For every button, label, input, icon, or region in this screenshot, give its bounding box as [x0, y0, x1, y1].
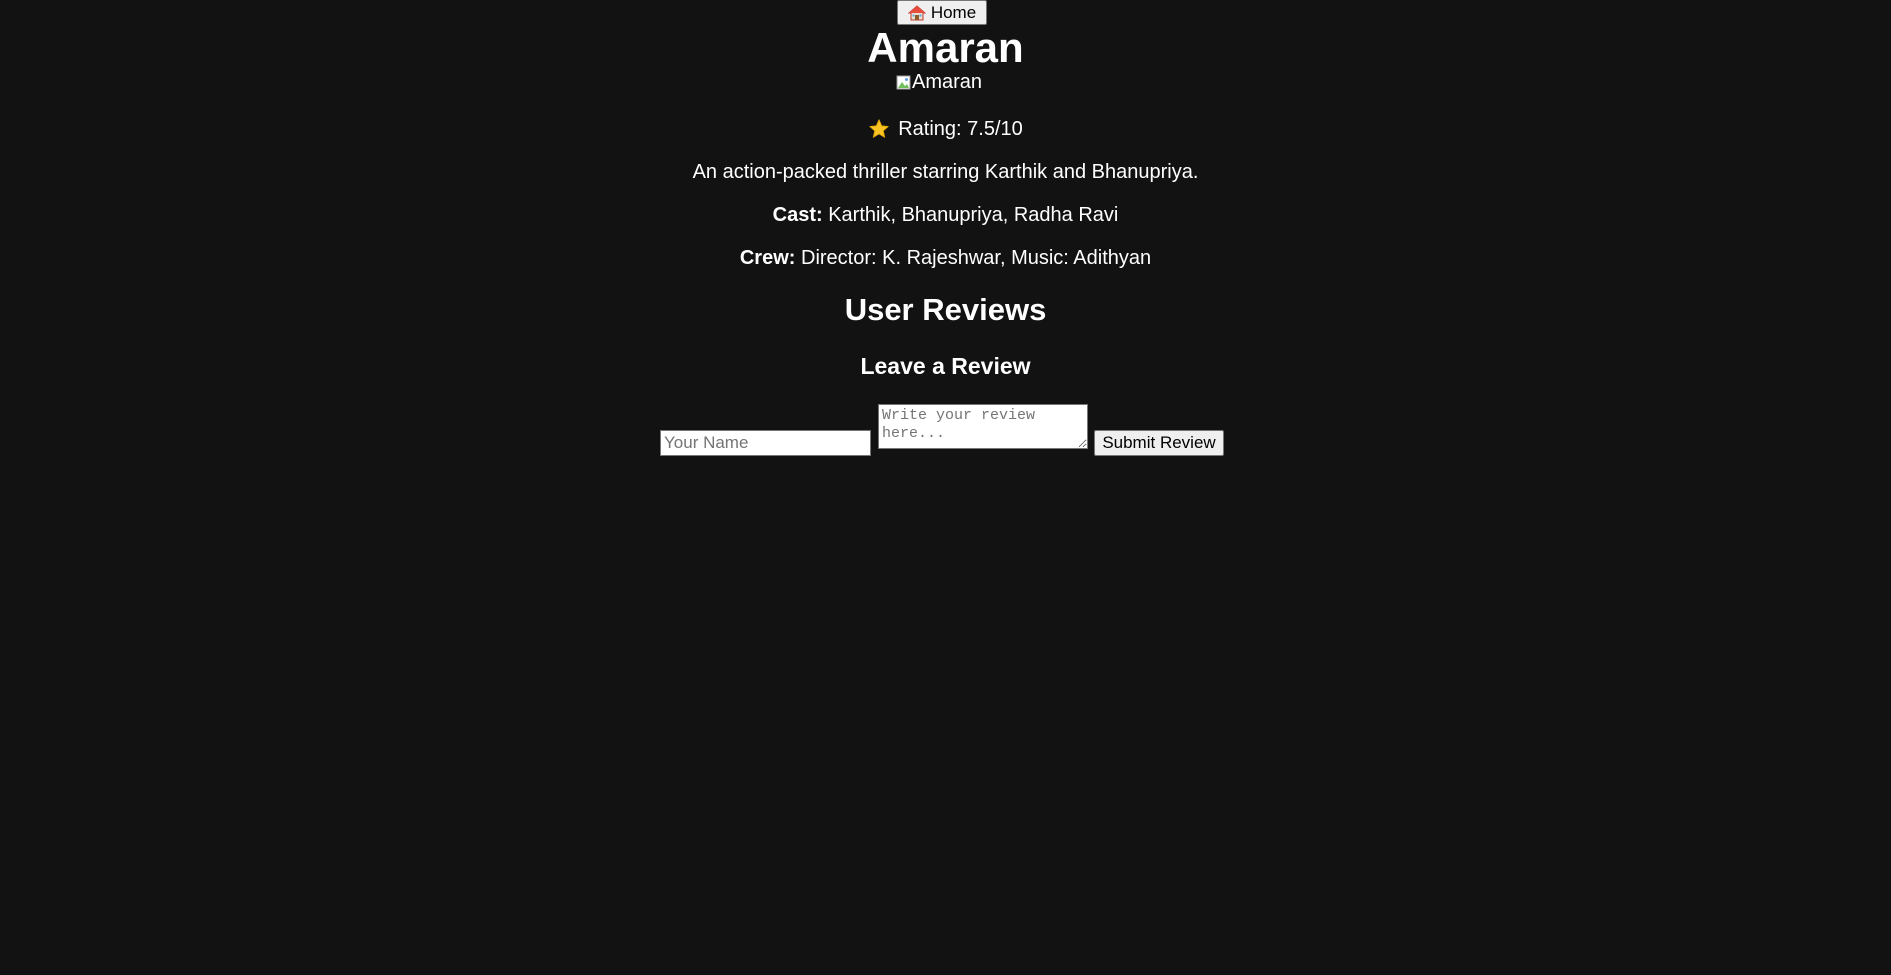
home-button-label: Home — [930, 2, 977, 22]
house-icon — [907, 4, 926, 21]
star-icon — [868, 118, 890, 140]
crew-value: Director: K. Rajeshwar, Music: Adithyan — [801, 247, 1152, 269]
review-textarea[interactable] — [878, 404, 1088, 449]
rating-text: Rating: 7.5/10 — [898, 118, 1023, 140]
movie-rating: Rating: 7.5/10 — [0, 116, 1891, 142]
poster-alt-text: Amaran — [912, 71, 983, 93]
review-form: Submit Review — [0, 403, 1891, 457]
leave-review-heading: Leave a Review — [860, 353, 1031, 379]
crew-label: Crew: — [739, 247, 796, 269]
movie-cast: Cast: Karthik, Bhanupriya, Radha Ravi — [0, 202, 1891, 228]
submit-review-button[interactable]: Submit Review — [1094, 430, 1224, 456]
movie-detail-page: Home Amaran Amaran Rating: 7.5/10 An act… — [0, 0, 1891, 975]
movie-crew: Crew: Director: K. Rajeshwar, Music: Adi… — [0, 245, 1891, 271]
movie-title: Amaran — [867, 24, 1024, 71]
movie-poster: Amaran — [896, 71, 982, 93]
movie-description: An action-packed thriller starring Karth… — [692, 161, 1199, 183]
cast-label: Cast: — [772, 204, 823, 226]
name-input[interactable] — [660, 430, 871, 456]
user-reviews-heading: User Reviews — [844, 292, 1047, 327]
cast-value: Karthik, Bhanupriya, Radha Ravi — [828, 204, 1119, 226]
broken-image-icon — [896, 74, 912, 90]
